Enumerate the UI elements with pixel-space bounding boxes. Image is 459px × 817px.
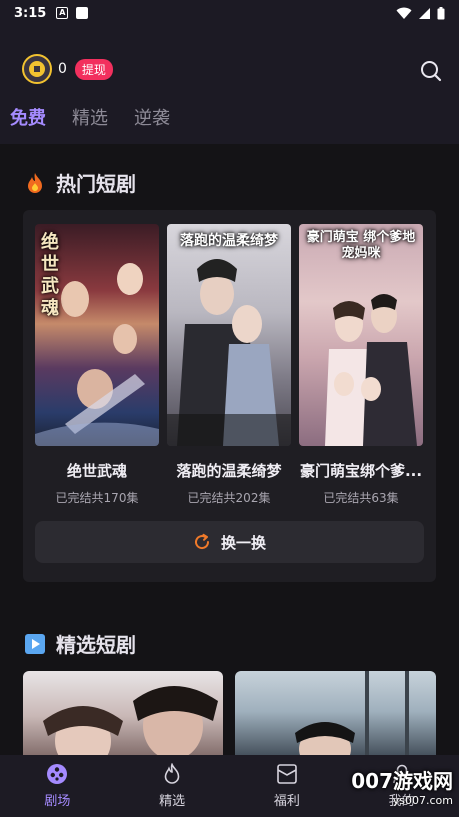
drama-poster-3[interactable]: 豪门萌宝 绑个爹地宠妈咪 — [299, 224, 423, 446]
drama-status-1: 已完结共170集 — [55, 491, 139, 505]
tab-comeback[interactable]: 逆袭 — [134, 104, 170, 130]
signal-icon — [419, 7, 430, 19]
coin-count: 0 — [58, 61, 67, 77]
tab-free[interactable]: 免费 — [10, 104, 46, 130]
drama-card-1[interactable]: 绝世武魂 绝世武魂 已完结共170集 — [35, 224, 159, 506]
status-time: 3:15 — [14, 5, 47, 21]
notification-a-icon: A — [56, 7, 69, 19]
drama-status-2: 已完结共202集 — [187, 491, 271, 505]
gift-icon — [277, 764, 297, 784]
search-icon[interactable] — [419, 59, 443, 83]
featured-section-title: 精选短剧 — [24, 629, 136, 658]
nav-label-featured: 精选 — [159, 794, 186, 809]
nav-theater[interactable]: 剧场 — [0, 755, 115, 817]
fire-icon — [28, 172, 42, 193]
play-icon — [25, 633, 45, 654]
featured-poster-1[interactable] — [23, 671, 223, 761]
drama-status-3: 已完结共63集 — [323, 491, 399, 505]
drama-card-3[interactable]: 豪门萌宝 绑个爹地宠妈咪 豪门萌宝绑个爹... 已完结共63集 — [299, 224, 423, 506]
nav-label-theater: 剧场 — [44, 794, 71, 809]
drama-name-2: 落跑的温柔绮梦 — [176, 462, 282, 480]
watermark-url: ys007.com — [392, 794, 453, 807]
drama-name-1: 绝世武魂 — [66, 462, 127, 480]
poster-title-2: 落跑的温柔绮梦 — [180, 233, 278, 249]
drama-name-3: 豪门萌宝绑个爹... — [299, 462, 423, 480]
watermark: 007游戏网 ys007.com — [351, 765, 453, 807]
drama-card-2[interactable]: 落跑的温柔绮梦 落跑的温柔绮梦 已完结共202集 — [167, 224, 291, 506]
tab-selected[interactable]: 精选 — [72, 104, 108, 130]
drama-poster-1[interactable]: 绝世武魂 — [35, 224, 159, 446]
nav-featured[interactable]: 精选 — [115, 755, 230, 817]
flame-icon — [164, 763, 180, 784]
status-bar: 3:15 A — [0, 0, 459, 26]
refresh-button[interactable]: 换一换 — [35, 521, 424, 563]
theater-icon — [47, 764, 68, 784]
refresh-label: 换一换 — [220, 533, 266, 552]
hot-section-label: 热门短剧 — [56, 172, 136, 196]
refresh-icon — [195, 533, 209, 550]
watermark-text: 007游戏网 — [351, 769, 453, 793]
category-tabs: 免费 精选 逆袭 — [10, 104, 170, 130]
coin-icon — [22, 54, 52, 84]
poster-title-1: 绝世武魂 — [41, 232, 59, 319]
hot-section-title: 热门短剧 — [24, 168, 136, 197]
top-header: 0 提现 免费 精选 逆袭 — [0, 26, 459, 144]
nav-welfare[interactable]: 福利 — [230, 755, 345, 817]
notification-square-icon — [76, 7, 89, 19]
battery-icon — [437, 6, 445, 19]
featured-poster-2[interactable] — [235, 671, 436, 761]
wifi-icon — [396, 7, 412, 19]
featured-section-label: 精选短剧 — [56, 633, 136, 657]
coin-balance[interactable]: 0 提现 — [22, 54, 113, 84]
poster-title-3: 豪门萌宝 绑个爹地宠妈咪 — [306, 230, 416, 261]
withdraw-button[interactable]: 提现 — [74, 58, 113, 80]
hot-dramas-card: 绝世武魂 绝世武魂 已完结共170集 落跑的温柔绮梦 落跑的温柔绮梦 已完结共2… — [23, 210, 436, 582]
nav-label-welfare: 福利 — [273, 794, 300, 809]
drama-poster-2[interactable]: 落跑的温柔绮梦 — [167, 224, 291, 446]
